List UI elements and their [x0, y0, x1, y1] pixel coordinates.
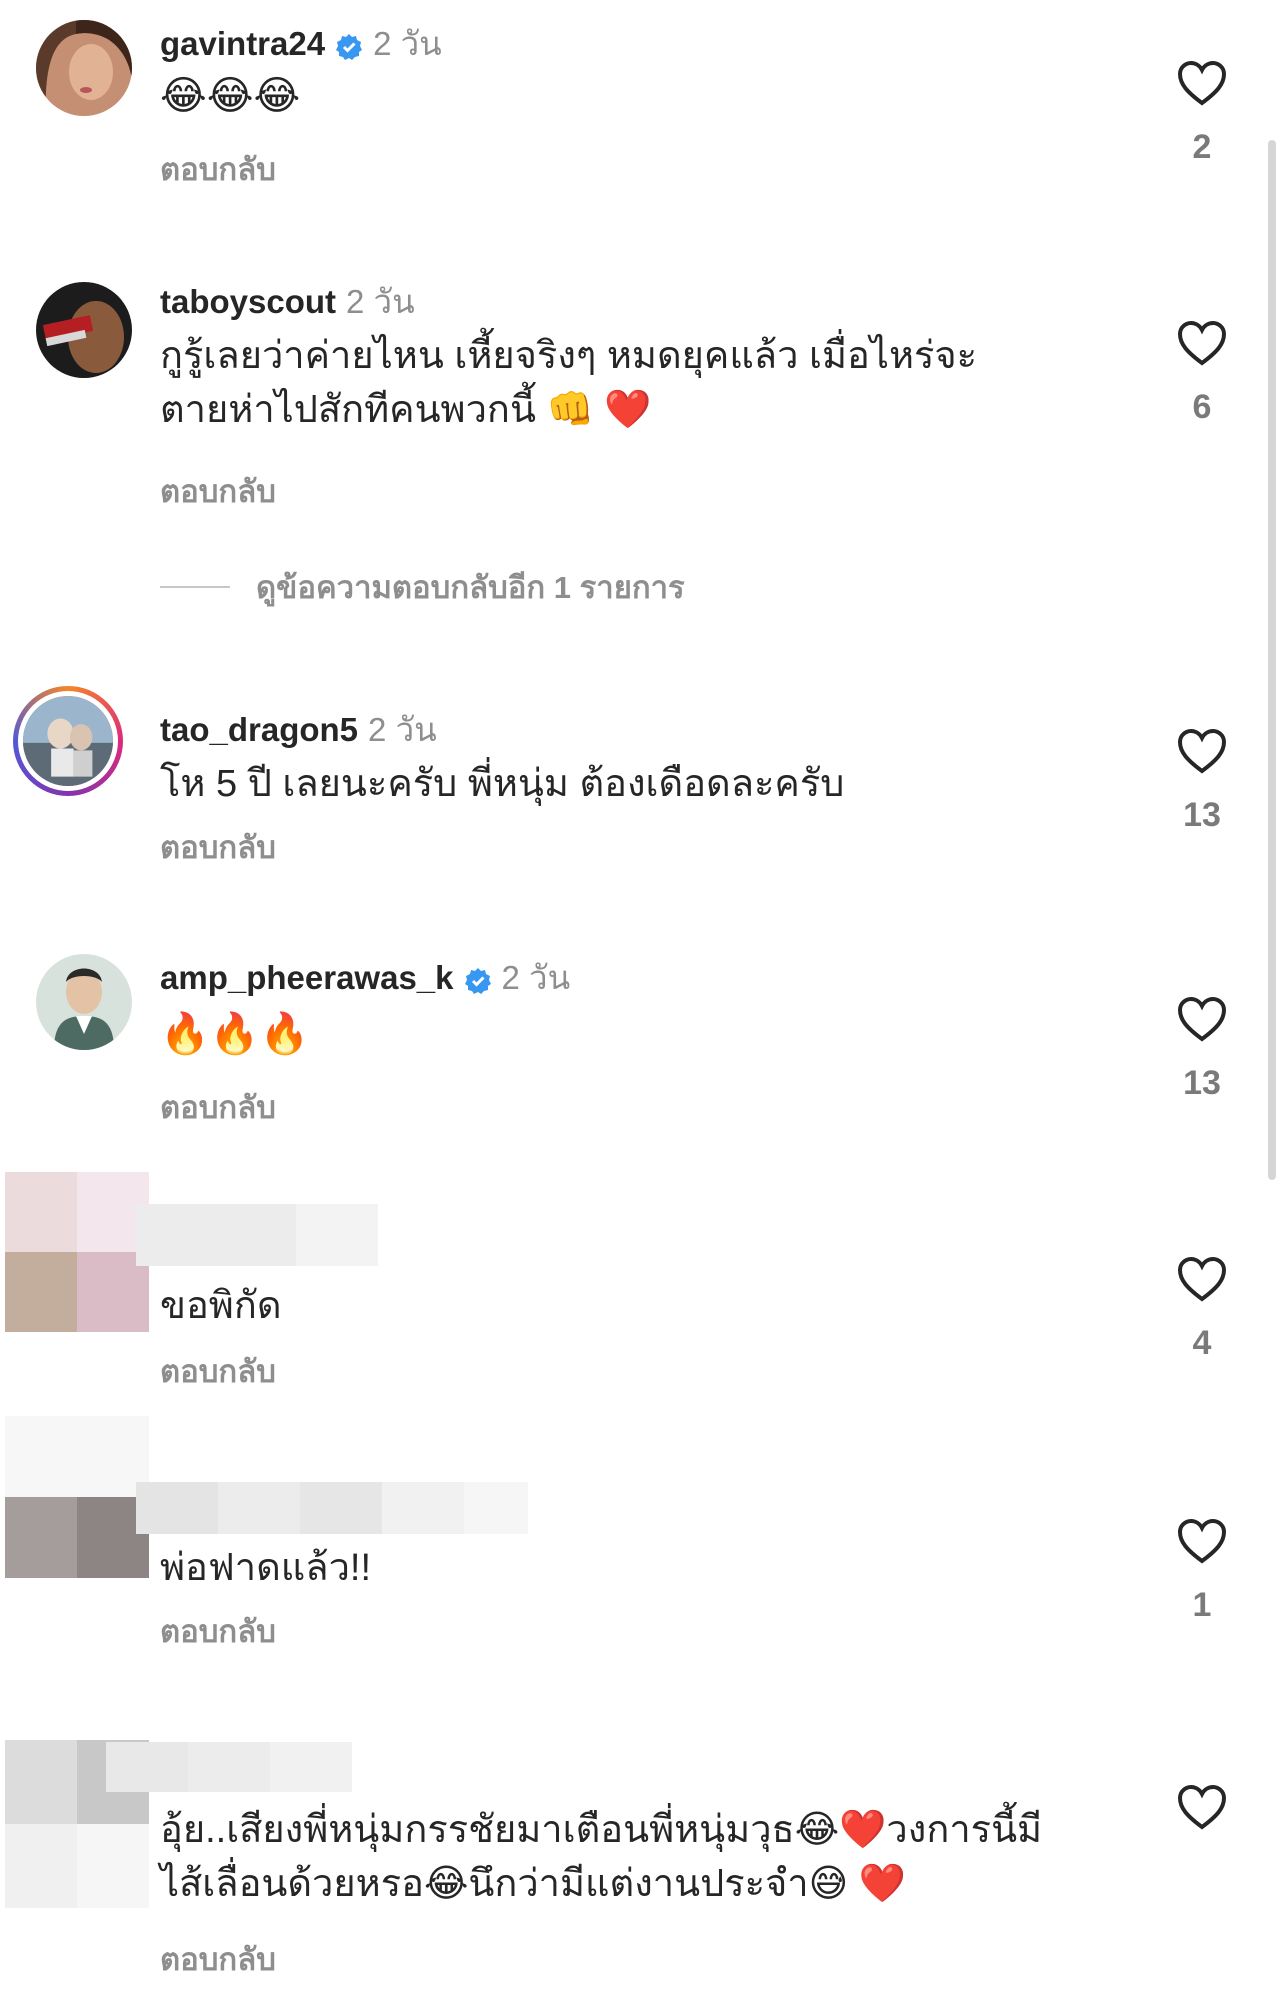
avatar-image	[36, 20, 132, 116]
reply-button[interactable]: ตอบกลับ	[160, 472, 276, 512]
view-replies-button[interactable]: ดูข้อความตอบกลับอีก 1 รายการ	[160, 562, 685, 612]
username[interactable]: amp_pheerawas_k	[160, 958, 454, 998]
comment-text-line-1: กูรู้เลยว่าค่ายไหน เหี้ยจริงๆ หมดยุคแล้ว…	[160, 335, 978, 377]
comment-text: โห 5 ปี เลยนะครับ พี่หนุ่ม ต้องเดือดละคร…	[160, 763, 845, 805]
comment-header: taboyscout 2 วัน	[160, 282, 415, 322]
comment-text: ขอพิกัด	[160, 1285, 282, 1327]
like-button[interactable]: 1	[1174, 1518, 1230, 1625]
reply-button[interactable]: ตอบกลับ	[160, 828, 276, 868]
like-count: 2	[1192, 128, 1212, 166]
like-button[interactable]: 13	[1174, 996, 1230, 1103]
reply-button[interactable]: ตอบกลับ	[160, 1088, 276, 1128]
like-count: 13	[1183, 1064, 1221, 1102]
username-censored	[136, 1204, 378, 1266]
divider	[160, 586, 230, 588]
like-count: 4	[1192, 1324, 1212, 1362]
like-button[interactable]: 4	[1174, 1256, 1230, 1363]
username[interactable]: tao_dragon5	[160, 710, 358, 750]
heart-outline-icon	[1177, 728, 1227, 774]
avatar[interactable]	[36, 282, 132, 378]
comment-header: tao_dragon5 2 วัน	[160, 710, 437, 750]
like-count: 1	[1192, 1586, 1212, 1624]
comment-text-line-2: ไส้เลื่อนด้วยหรอ😂นึกว่ามีแต่งานประจำ😅 ❤️	[160, 1863, 907, 1905]
comment-time: 2 วัน	[501, 959, 571, 996]
reply-button[interactable]: ตอบกลับ	[160, 1352, 276, 1392]
comment-time: 2 วัน	[373, 25, 442, 62]
heart-outline-icon	[1177, 1784, 1227, 1830]
avatar[interactable]	[36, 954, 132, 1050]
comments-screen: { "reply_label": "ตอบกลับ", "comments": …	[0, 0, 1280, 1998]
avatar-censored	[5, 1416, 149, 1578]
reply-button[interactable]: ตอบกลับ	[160, 1940, 276, 1980]
username-censored	[136, 1482, 528, 1534]
verified-badge-icon	[464, 964, 492, 994]
like-button[interactable]: 6	[1174, 320, 1230, 427]
heart-outline-icon	[1177, 1256, 1227, 1302]
comment-text: 😂😂😂	[160, 74, 301, 118]
like-button[interactable]: 13	[1174, 728, 1230, 835]
comment-text-line-2: ตายห่าไปสักทีคนพวกนี้ 👊 ❤️	[160, 389, 652, 431]
heart-outline-icon	[1177, 996, 1227, 1042]
avatar-image	[36, 282, 132, 378]
comment-header: gavintra24 2 วัน	[160, 24, 442, 64]
comment-time: 2 วัน	[368, 711, 437, 748]
avatar-image	[23, 696, 113, 786]
like-count: 6	[1192, 388, 1212, 426]
avatar-story-ring[interactable]	[13, 686, 123, 796]
comment-text-line-1: อุ้ย..เสียงพี่หนุ่มกรรชัยมาเตือนพี่หนุ่ม…	[160, 1809, 1043, 1851]
avatar-censored	[5, 1172, 149, 1332]
heart-outline-icon	[1177, 320, 1227, 366]
username-censored	[106, 1742, 352, 1792]
like-button[interactable]	[1174, 1784, 1230, 1830]
reply-button[interactable]: ตอบกลับ	[160, 1612, 276, 1652]
heart-outline-icon	[1177, 1518, 1227, 1564]
comment-time: 2 วัน	[346, 283, 415, 320]
comment-text: 🔥🔥🔥	[160, 1012, 310, 1056]
username[interactable]: gavintra24	[160, 24, 325, 64]
heart-outline-icon	[1177, 60, 1227, 106]
reply-button[interactable]: ตอบกลับ	[160, 150, 276, 190]
like-count: 13	[1183, 796, 1221, 834]
avatar[interactable]	[36, 20, 132, 116]
avatar-image	[36, 954, 132, 1050]
view-replies-label: ดูข้อความตอบกลับอีก 1 รายการ	[256, 570, 685, 605]
comment-text: พ่อฟาดแล้ว!!	[160, 1547, 372, 1589]
username[interactable]: taboyscout	[160, 282, 336, 322]
like-button[interactable]: 2	[1174, 60, 1230, 167]
verified-badge-icon	[335, 30, 363, 60]
scrollbar[interactable]	[1268, 140, 1276, 1180]
comment-header: amp_pheerawas_k 2 วัน	[160, 958, 570, 998]
